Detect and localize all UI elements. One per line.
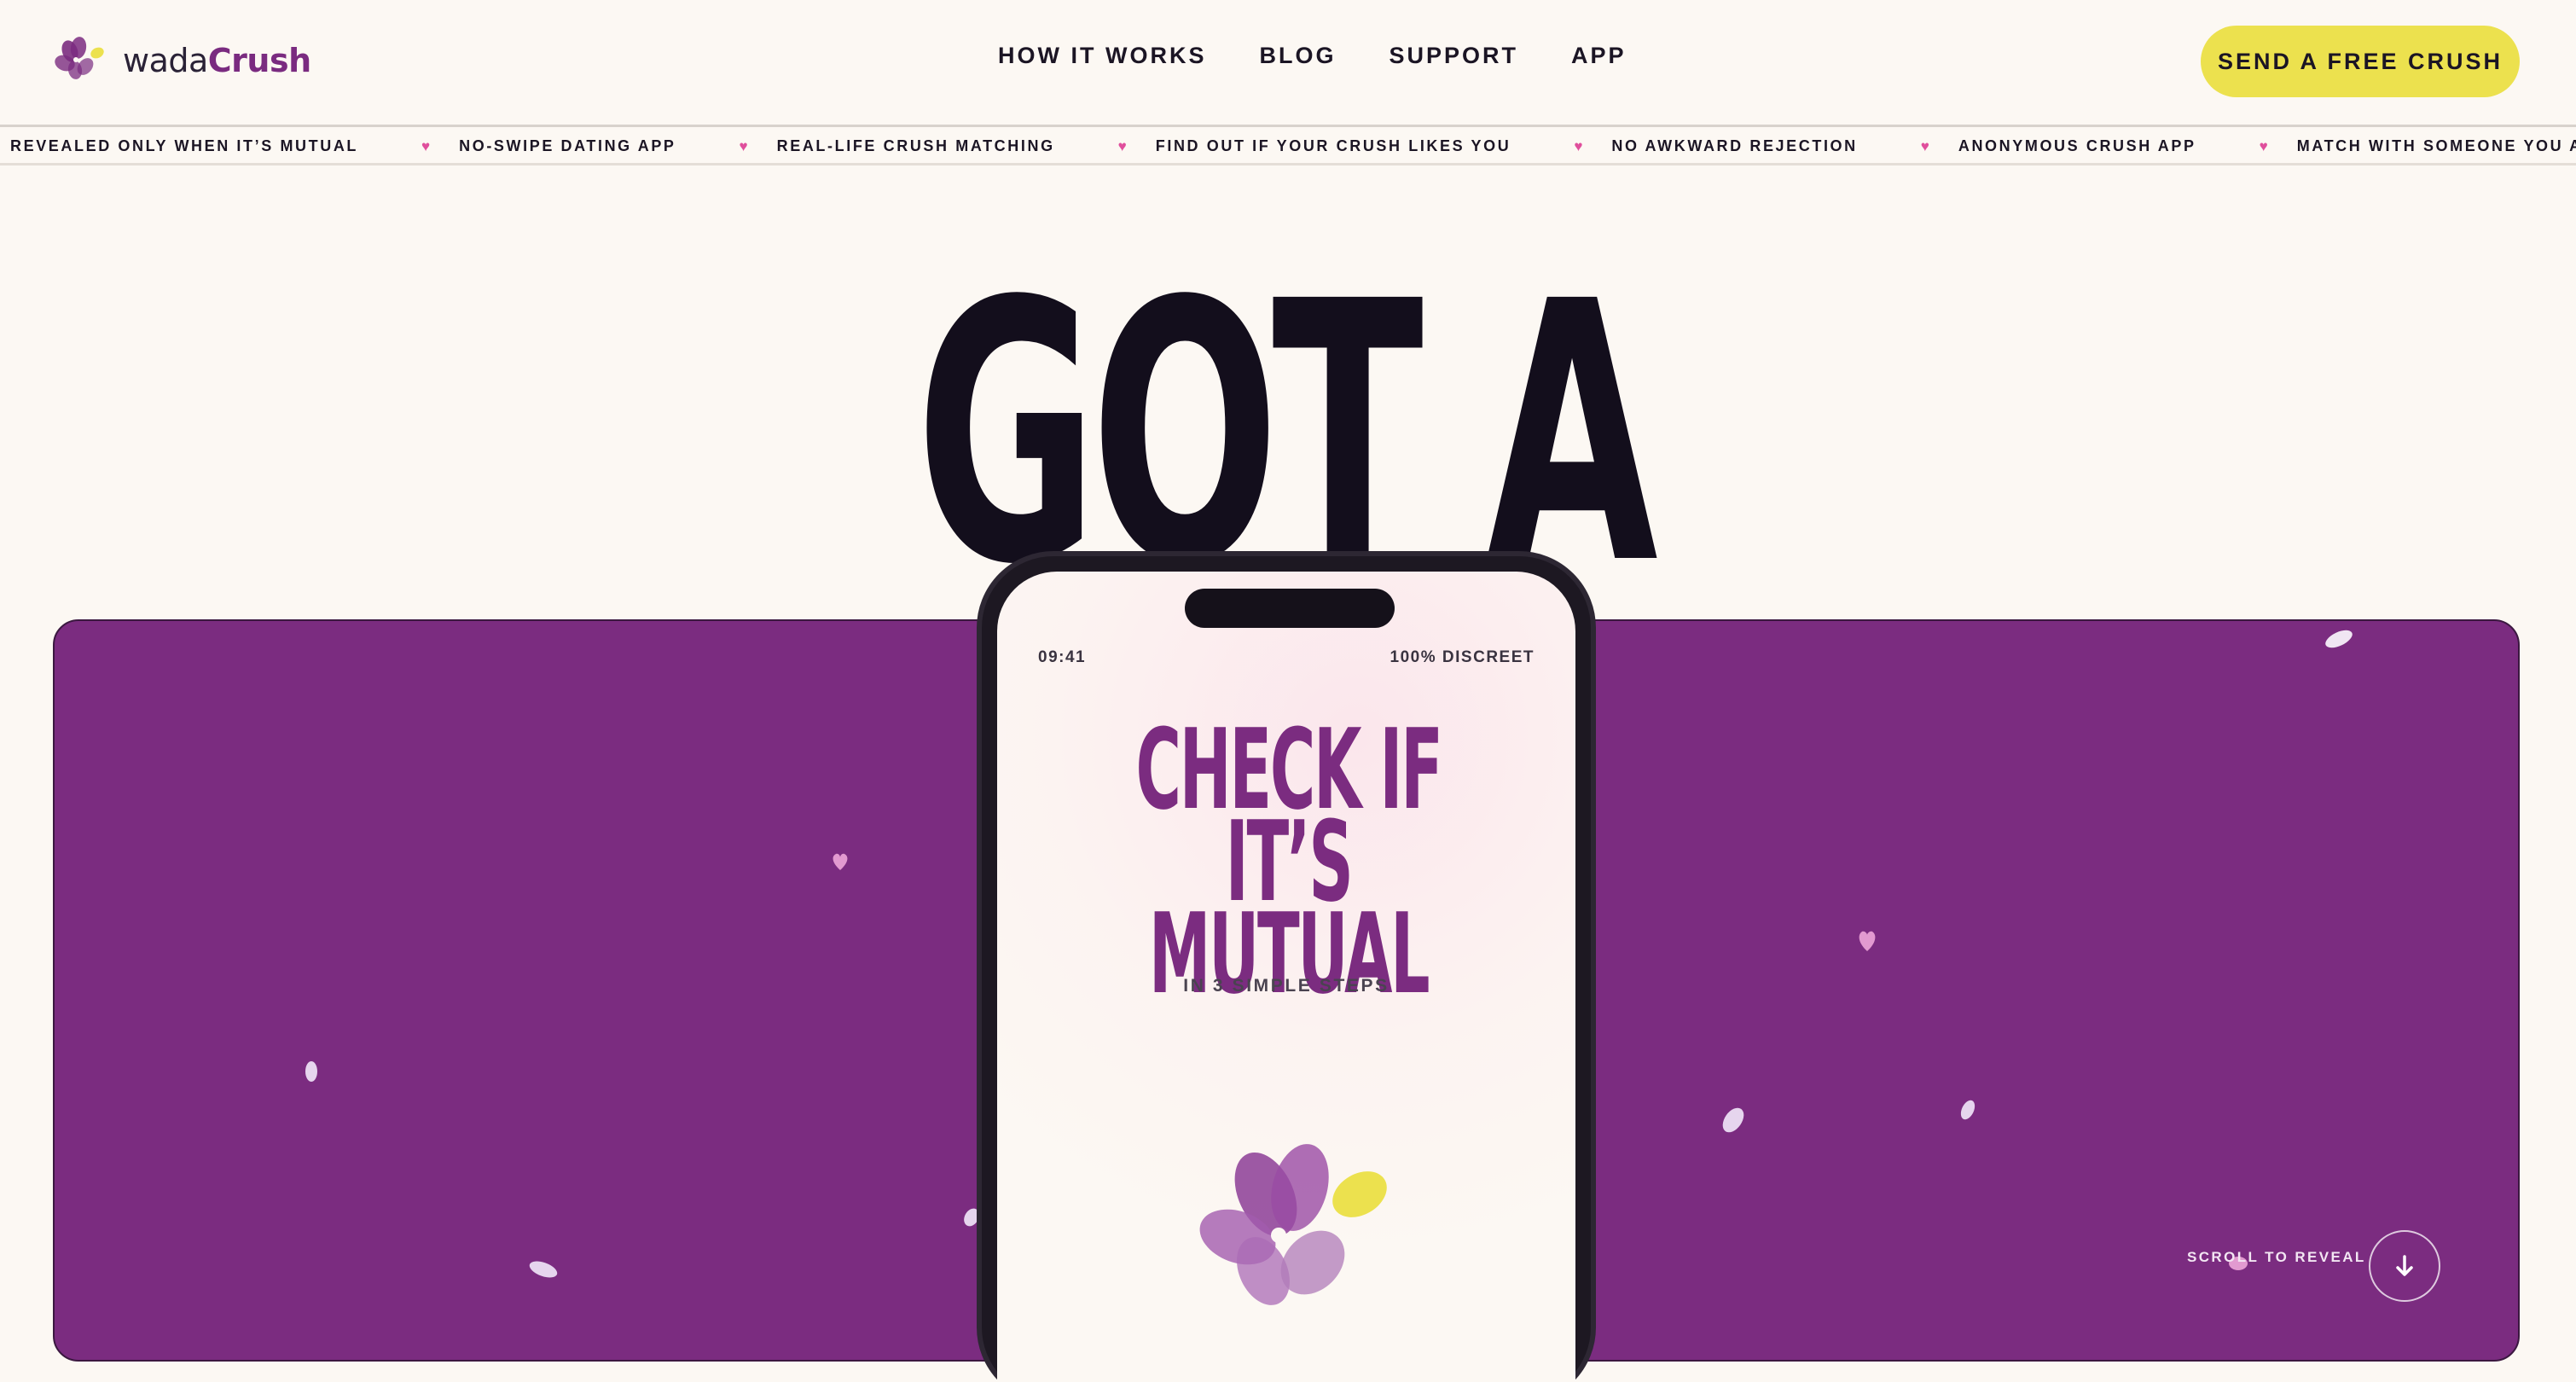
heart-icon: ♥ bbox=[421, 137, 431, 154]
feature-ticker: REVEALED ONLY WHEN IT’S MUTUAL ♥ NO-SWIP… bbox=[0, 125, 2576, 165]
scroll-down-button[interactable] bbox=[2369, 1230, 2440, 1302]
ticker-item: REAL-LIFE CRUSH MATCHING bbox=[777, 137, 1055, 155]
nav-app[interactable]: APP bbox=[1571, 43, 1627, 69]
petal-decoration bbox=[1960, 1100, 1976, 1120]
brand-prefix: wada bbox=[123, 42, 208, 79]
petal-decoration bbox=[1859, 931, 1876, 951]
ticker-item: REVEALED ONLY WHEN IT’S MUTUAL bbox=[10, 137, 358, 155]
ticker-item: MATCH WITH SOMEONE YOU ALREADY KNOW bbox=[2297, 137, 2576, 155]
brand-logo[interactable]: wadaCrush bbox=[53, 34, 311, 87]
arrow-down-icon bbox=[2396, 1255, 2413, 1276]
ticker-text: NO-SWIPE DATING APP bbox=[459, 137, 676, 154]
petal-decoration bbox=[2325, 630, 2353, 648]
brand-wordmark: wadaCrush bbox=[123, 42, 311, 79]
heart-icon: ♥ bbox=[1117, 137, 1127, 154]
phone-notch bbox=[1185, 589, 1395, 628]
heart-icon: ♥ bbox=[2259, 137, 2268, 154]
petal-decoration bbox=[305, 1061, 317, 1082]
ticker-text: MATCH WITH SOMEONE YOU ALREADY KNOW bbox=[2296, 137, 2576, 154]
ticker-item: ANONYMOUS CRUSH APP bbox=[1958, 137, 2196, 155]
ticker-item: NO AWKWARD REJECTION bbox=[1611, 137, 1857, 155]
petal-decoration bbox=[529, 1261, 558, 1278]
nav-blog[interactable]: BLOG bbox=[1259, 43, 1336, 69]
screen-subtitle: IN 3 SIMPLE STEPS bbox=[1183, 976, 1390, 996]
status-discreet: 100% DISCREET bbox=[1390, 648, 1535, 666]
site-header: wadaCrush HOW IT WORKS BLOG SUPPORT APP … bbox=[0, 0, 2576, 125]
heart-icon: ♥ bbox=[739, 137, 748, 154]
screen-title: CHECK IF IT’S MUTUAL bbox=[1127, 705, 1451, 1009]
send-free-crush-button[interactable]: SEND A FREE CRUSH bbox=[2201, 26, 2520, 97]
ticker-track: REVEALED ONLY WHEN IT’S MUTUAL ♥ NO-SWIP… bbox=[10, 137, 2576, 155]
phone-screen: 09:41 100% DISCREET CHECK IF IT’S MUTUAL… bbox=[997, 572, 1575, 1382]
petal-decoration bbox=[833, 853, 848, 870]
petal-decoration bbox=[1722, 1107, 1744, 1133]
ticker-text: FIND OUT IF YOUR CRUSH LIKES YOU bbox=[1155, 137, 1511, 154]
scroll-to-reveal-label: SCROLL TO REVEAL bbox=[2187, 1249, 2366, 1265]
phone-mockup: 09:41 100% DISCREET CHECK IF IT’S MUTUAL… bbox=[977, 551, 1596, 1382]
heart-icon: ♥ bbox=[1920, 137, 1929, 154]
screen-title-line1: CHECK IF IT’S bbox=[1135, 705, 1443, 926]
ticker-text: REAL-LIFE CRUSH MATCHING bbox=[776, 137, 1055, 154]
ticker-text: NO AWKWARD REJECTION bbox=[1611, 137, 1858, 154]
main-nav: HOW IT WORKS BLOG SUPPORT APP bbox=[998, 43, 1680, 69]
heart-icon: ♥ bbox=[1574, 137, 1583, 154]
flower-illustration-icon bbox=[1199, 1144, 1387, 1305]
ticker-text: REVEALED ONLY WHEN IT’S MUTUAL bbox=[10, 137, 359, 154]
nav-support[interactable]: SUPPORT bbox=[1389, 43, 1518, 69]
ticker-item: NO-SWIPE DATING APP bbox=[459, 137, 676, 155]
ticker-item: FIND OUT IF YOUR CRUSH LIKES YOU bbox=[1156, 137, 1511, 155]
brand-suffix: Crush bbox=[207, 42, 311, 79]
nav-how-it-works[interactable]: HOW IT WORKS bbox=[998, 43, 1206, 69]
ticker-text: ANONYMOUS CRUSH APP bbox=[1958, 137, 2196, 154]
status-time: 09:41 bbox=[1038, 648, 1087, 666]
flower-logo-icon bbox=[55, 37, 104, 79]
